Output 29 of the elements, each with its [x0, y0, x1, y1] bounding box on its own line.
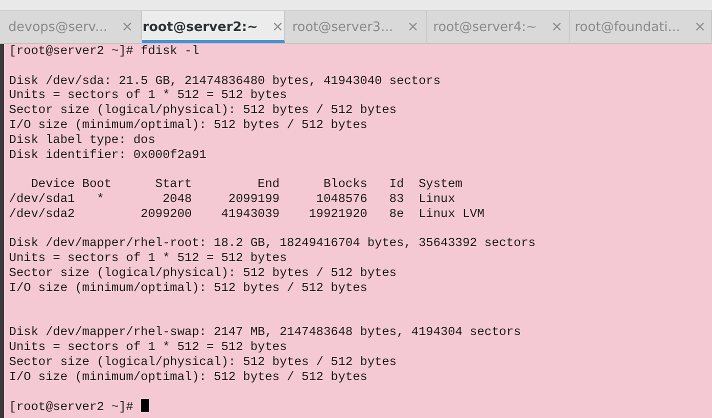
terminal-line: Sector size (logical/physical): 512 bytes / 512 bytes [9, 354, 397, 369]
close-icon[interactable]: × [121, 19, 134, 35]
terminal-line: I/O size (minimum/optimal): 512 bytes / 512 bytes [9, 370, 368, 384]
terminal-tab[interactable]: root@server3... × [284, 11, 428, 43]
terminal-tab[interactable]: root@foundati... × [570, 11, 712, 43]
close-icon[interactable]: × [407, 19, 419, 35]
terminal-line: Units = sectors of 1 * 512 = 512 bytes [9, 88, 287, 102]
terminal-line: Disk /dev/sda: 21.5 GB, 21474836480 bytes, 41943040 sectors [9, 74, 441, 88]
terminal-line: Disk /dev/mapper/rhel-swap: 2147 MB, 2147483648 bytes, 4194304 sectors [9, 325, 521, 340]
terminal-line: Device Boot Start End Blocks Id System [30, 177, 462, 192]
close-icon[interactable]: × [694, 19, 706, 35]
terminal-line: /dev/sda2 2099200 41943039 19921920 8e Linux LVM [9, 206, 484, 221]
terminal-prompt: [root@server2 ~]# [9, 400, 134, 414]
terminal-tab[interactable]: root@server4:~ × [427, 11, 570, 43]
terminal-line: Disk identifier: 0x000f2a91 [9, 148, 206, 162]
terminal-line: /dev/sda1 * 2048 2099199 1048576 83 Linux [9, 192, 456, 206]
terminal-line: Units = sectors of 1 * 512 = 512 bytes [9, 251, 287, 266]
terminal-line: I/O size (minimum/optimal): 512 bytes / 512 bytes [9, 118, 368, 132]
terminal-tab[interactable]: root@server2:~ × [142, 11, 285, 43]
terminal-line: [root@server2 ~]# fdisk -l [9, 44, 200, 58]
terminal-line: Disk label type: dos [9, 132, 156, 147]
close-icon[interactable]: × [550, 19, 563, 35]
terminal-line: Units = sectors of 1 * 512 = 512 bytes [9, 340, 287, 354]
terminal-line: Sector size (logical/physical): 512 bytes / 512 bytes [9, 266, 397, 280]
terminal-line: Sector size (logical/physical): 512 bytes / 512 bytes [9, 103, 397, 118]
terminal-line: Disk /dev/mapper/rhel-root: 18.2 GB, 18249416704 bytes, 35643392 sectors [9, 236, 536, 250]
text-cursor [140, 399, 149, 412]
close-icon[interactable]: × [272, 19, 284, 35]
terminal-line: I/O size (minimum/optimal): 512 bytes / 512 bytes [9, 280, 368, 295]
